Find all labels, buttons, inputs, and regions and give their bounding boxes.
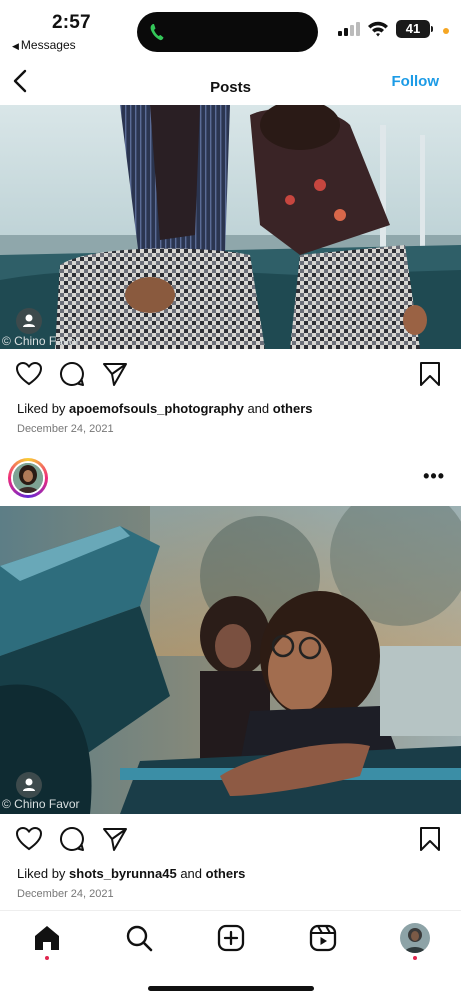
comment-icon[interactable] <box>58 360 86 388</box>
photo-watermark: © Chino Favor <box>2 334 80 348</box>
bookmark-icon[interactable] <box>416 360 444 388</box>
battery-indicator: 41 <box>396 20 430 38</box>
liked-by-username[interactable]: apoemofsouls_photography <box>69 401 244 416</box>
back-triangle-icon: ◀ <box>12 41 19 51</box>
home-icon[interactable] <box>32 923 62 953</box>
share-send-icon[interactable] <box>101 360 129 388</box>
post-date-2: December 24, 2021 <box>17 888 114 900</box>
person-icon <box>23 314 35 327</box>
liked-by-username[interactable]: shots_byrunna45 <box>69 866 177 881</box>
status-time: 2:57 <box>52 12 91 33</box>
like-heart-icon[interactable] <box>15 360 43 388</box>
like-heart-icon[interactable] <box>15 825 43 853</box>
post-actions-2 <box>0 825 461 859</box>
status-bar: 2:57 ◀ Messages 41 <box>0 0 461 56</box>
follow-button[interactable]: Follow <box>392 73 440 90</box>
back-to-app-link[interactable]: ◀ Messages <box>12 38 76 52</box>
cellular-signal-icon <box>338 22 360 36</box>
nav-header: Posts Follow <box>0 60 461 106</box>
post-actions-1 <box>0 360 461 394</box>
post-photo-art-2 <box>0 506 461 814</box>
phone-call-icon <box>150 24 164 41</box>
more-options-icon[interactable]: ••• <box>423 466 445 487</box>
profile-avatar-icon <box>400 923 430 953</box>
likes-prefix: Liked by <box>17 866 70 881</box>
new-post-icon[interactable] <box>216 923 246 953</box>
liked-by-others-link[interactable]: others <box>273 401 313 416</box>
photo-watermark: © Chino Favor <box>2 797 80 811</box>
post-image-2[interactable]: © Chino Favor <box>0 506 461 814</box>
profile-notification-dot <box>413 956 417 960</box>
avatar-inner <box>11 461 45 495</box>
privacy-indicator-dot <box>443 28 449 34</box>
home-indicator[interactable] <box>148 986 314 991</box>
profile-avatar-tab[interactable] <box>400 923 430 953</box>
post-image-1[interactable]: © Chino Favor <box>0 105 461 349</box>
likes-summary-1: Liked by apoemofsouls_photography and ot… <box>17 401 313 416</box>
post-date-1: December 24, 2021 <box>17 423 114 435</box>
liked-by-others-link[interactable]: others <box>206 866 246 881</box>
tagged-user-badge[interactable] <box>16 308 42 334</box>
wifi-icon <box>368 21 388 37</box>
search-icon[interactable] <box>124 923 154 953</box>
author-avatar-story-ring[interactable] <box>8 458 48 498</box>
dynamic-island[interactable] <box>137 12 318 52</box>
person-icon <box>23 778 35 791</box>
likes-join: and <box>243 401 273 416</box>
avatar-photo <box>13 463 43 493</box>
likes-summary-2: Liked by shots_byrunna45 and others <box>17 866 245 881</box>
post-photo-art-1 <box>0 105 461 349</box>
tagged-user-badge[interactable] <box>16 772 42 798</box>
home-notification-dot <box>45 956 49 960</box>
share-send-icon[interactable] <box>101 825 129 853</box>
battery-cap <box>431 26 433 32</box>
comment-icon[interactable] <box>58 825 86 853</box>
likes-join: and <box>176 866 206 881</box>
back-app-label: Messages <box>20 38 76 52</box>
bookmark-icon[interactable] <box>416 825 444 853</box>
post-header-2: ••• <box>0 456 461 500</box>
reels-icon[interactable] <box>308 923 338 953</box>
author-avatar <box>13 463 43 493</box>
likes-prefix: Liked by <box>17 401 70 416</box>
